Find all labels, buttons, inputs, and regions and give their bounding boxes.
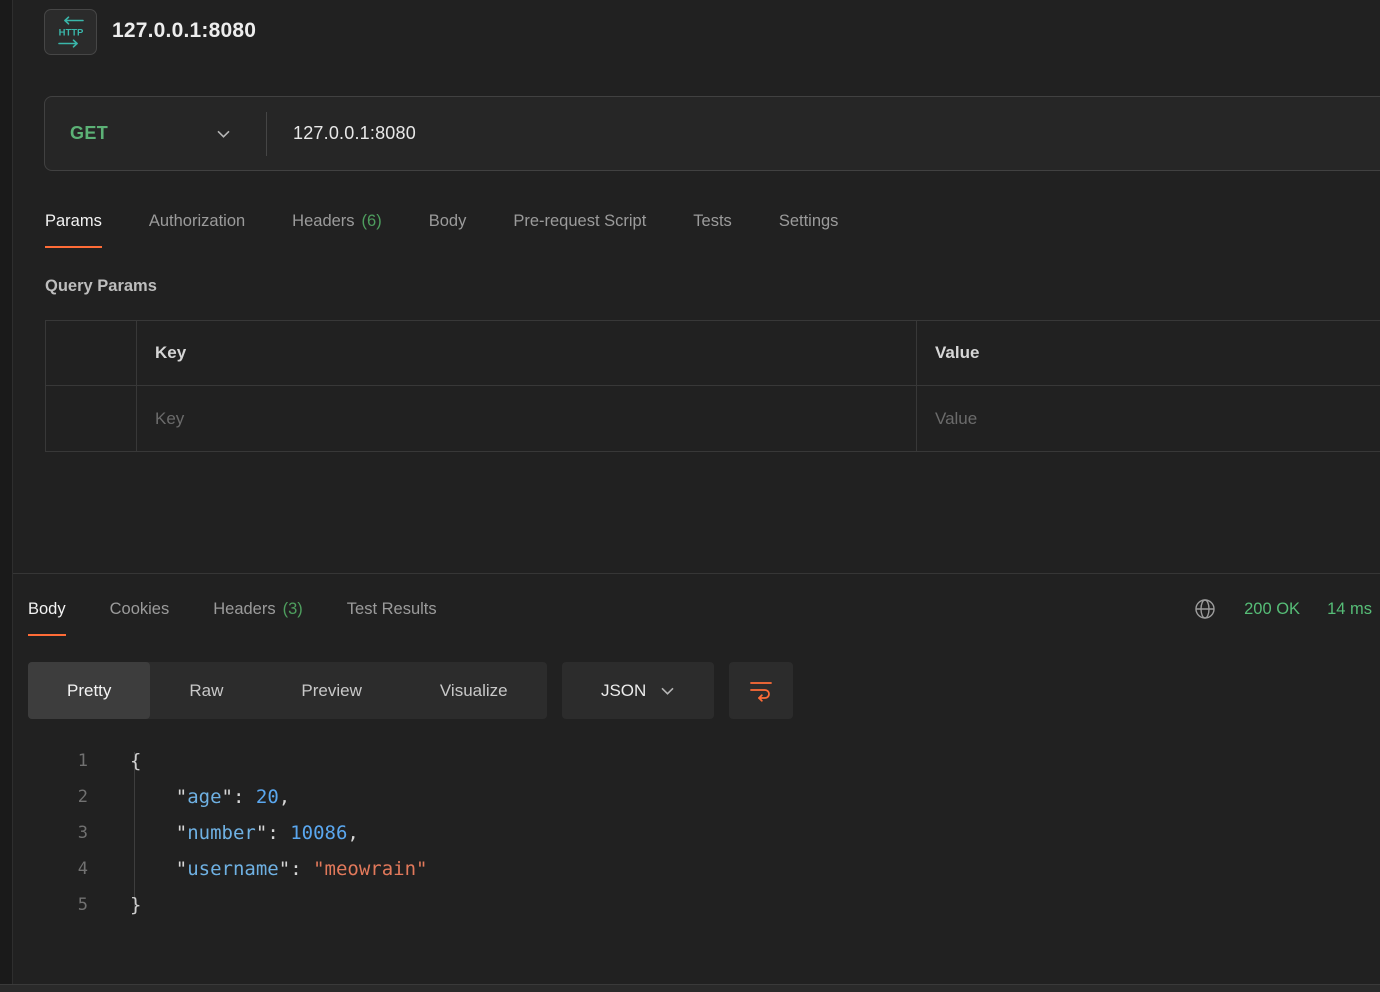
tab-test-results[interactable]: Test Results (347, 600, 437, 636)
tab-label: Params (45, 212, 102, 231)
method-label: GET (70, 123, 108, 144)
tab-response-headers[interactable]: Headers (3) (213, 600, 303, 636)
response-meta: 200 OK 14 ms (1193, 597, 1372, 621)
toggle-pretty[interactable]: Pretty (28, 662, 150, 719)
language-label: JSON (601, 681, 646, 701)
line-number: 1 (28, 743, 88, 779)
wrap-lines-icon (748, 679, 774, 703)
column-header-value: Value (916, 321, 1380, 386)
request-tabs: Params Authorization Headers (6) Body Pr… (45, 212, 838, 248)
code-line: "number": 10086, (130, 815, 427, 851)
toggle-raw[interactable]: Raw (150, 662, 262, 719)
tab-label: Headers (213, 600, 275, 619)
chevron-down-icon (217, 130, 230, 138)
query-params-table: Key Value (45, 320, 1380, 452)
tab-count: (6) (362, 212, 382, 231)
tab-label: Pre-request Script (513, 212, 646, 231)
response-tabs: Body Cookies Headers (3) Test Results (28, 600, 437, 636)
column-header-key: Key (136, 321, 916, 386)
http-icon: HTTP (54, 16, 88, 48)
tab-count: (3) (283, 600, 303, 619)
row-select-cell (46, 386, 136, 451)
tab-response-body[interactable]: Body (28, 600, 66, 636)
line-number: 5 (28, 887, 88, 923)
tab-tests[interactable]: Tests (693, 212, 732, 248)
response-time: 14 ms (1327, 600, 1372, 619)
chevron-down-icon (661, 687, 674, 695)
row-select-cell (46, 321, 136, 386)
tab-authorization[interactable]: Authorization (149, 212, 245, 248)
code-line: { (130, 743, 427, 779)
code-gutter: 12345 (28, 743, 88, 923)
tab-label: Headers (292, 212, 354, 231)
tab-body[interactable]: Body (429, 212, 467, 248)
tab-params[interactable]: Params (45, 212, 102, 248)
request-title: 127.0.0.1:8080 (112, 19, 256, 43)
url-bar: GET (44, 96, 1380, 171)
param-key-cell (136, 386, 916, 451)
code-block: { "age": 20, "number": 10086, "username"… (130, 743, 427, 923)
globe-icon (1193, 597, 1217, 621)
param-value-cell (916, 386, 1380, 451)
response-status: 200 OK (1244, 600, 1300, 619)
line-number: 3 (28, 815, 88, 851)
param-key-input[interactable] (137, 386, 916, 451)
code-line: "age": 20, (130, 779, 427, 815)
toggle-preview[interactable]: Preview (262, 662, 400, 719)
tab-label: Authorization (149, 212, 245, 231)
response-view-bar: Pretty Raw Preview Visualize JSON (28, 662, 793, 719)
query-params-title: Query Params (45, 277, 157, 296)
tab-label: Tests (693, 212, 732, 231)
wrap-lines-button[interactable] (729, 662, 793, 719)
bottom-bar (0, 984, 1380, 992)
tab-label: Test Results (347, 600, 437, 619)
http-request-icon: HTTP (44, 9, 97, 55)
line-number: 4 (28, 851, 88, 887)
response-divider (13, 573, 1380, 574)
param-value-input[interactable] (917, 386, 1380, 451)
tab-cookies[interactable]: Cookies (110, 600, 170, 636)
method-selector[interactable]: GET (45, 123, 266, 144)
code-line: "username": "meowrain" (130, 851, 427, 887)
tab-label: Settings (779, 212, 839, 231)
tab-settings[interactable]: Settings (779, 212, 839, 248)
line-number: 2 (28, 779, 88, 815)
tab-pre-request-script[interactable]: Pre-request Script (513, 212, 646, 248)
view-mode-group: Pretty Raw Preview Visualize (28, 662, 547, 719)
url-input[interactable] (267, 123, 1380, 144)
language-selector[interactable]: JSON (562, 662, 714, 719)
svg-text:HTTP: HTTP (58, 28, 83, 39)
tab-label: Body (429, 212, 467, 231)
toggle-visualize[interactable]: Visualize (401, 662, 547, 719)
tab-label: Cookies (110, 600, 170, 619)
tab-label: Body (28, 600, 66, 619)
code-line: } (130, 887, 427, 923)
tab-headers[interactable]: Headers (6) (292, 212, 382, 248)
left-edge-panel (0, 0, 13, 992)
